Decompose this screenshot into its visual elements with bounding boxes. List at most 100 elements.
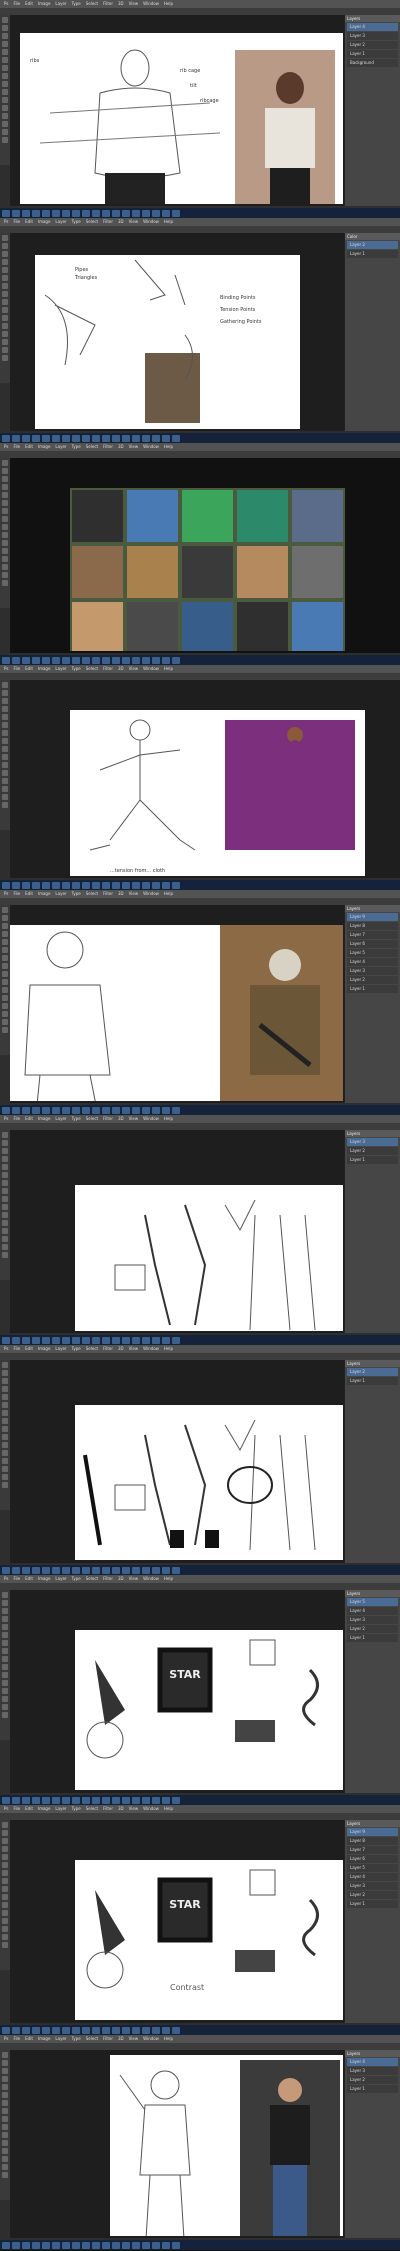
layer-row[interactable]: Layer 9 (347, 1828, 398, 1836)
tool-icon[interactable] (2, 1027, 8, 1033)
menu-item[interactable]: Layer (55, 1806, 66, 1811)
menu-item[interactable]: Image (38, 666, 51, 671)
tool-icon[interactable] (2, 1854, 8, 1860)
menu-item[interactable]: Layer (55, 219, 66, 224)
menu-item[interactable]: 3D (118, 1346, 124, 1351)
taskbar-app-icon[interactable] (112, 209, 120, 217)
menu-item[interactable]: Edit (25, 2036, 33, 2041)
taskbar-app-icon[interactable] (162, 656, 170, 664)
layer-row[interactable]: Layer 6 (347, 940, 398, 948)
tool-icon[interactable] (2, 754, 8, 760)
tool-icon[interactable] (2, 931, 8, 937)
menu-item[interactable]: File (13, 444, 20, 449)
tool-icon[interactable] (2, 907, 8, 913)
taskbar-app-icon[interactable] (142, 1566, 150, 1574)
taskbar-app-icon[interactable] (132, 209, 140, 217)
taskbar-app-icon[interactable] (12, 1796, 20, 1804)
taskbar-app-icon[interactable] (52, 656, 60, 664)
tool-icon[interactable] (2, 698, 8, 704)
taskbar-app-icon[interactable] (122, 881, 130, 889)
tool-icon[interactable] (2, 1870, 8, 1876)
menu-item[interactable]: Help (164, 666, 173, 671)
tool-icon[interactable] (2, 251, 8, 257)
menu-item[interactable]: Edit (25, 1576, 33, 1581)
tool-icon[interactable] (2, 1204, 8, 1210)
menu-item[interactable]: View (129, 666, 139, 671)
taskbar-app-icon[interactable] (132, 881, 140, 889)
canvas-area[interactable] (10, 1130, 345, 1333)
menu-item[interactable]: Edit (25, 219, 33, 224)
taskbar-app-icon[interactable] (132, 656, 140, 664)
taskbar-app-icon[interactable] (122, 2241, 130, 2249)
menu-item[interactable]: 3D (118, 444, 124, 449)
taskbar-app-icon[interactable] (82, 881, 90, 889)
taskbar-app-icon[interactable] (152, 209, 160, 217)
menu-item[interactable]: Type (72, 444, 81, 449)
taskbar-app-icon[interactable] (72, 1796, 80, 1804)
tool-icon[interactable] (2, 17, 8, 23)
menu-item[interactable]: Select (86, 1, 98, 6)
menu-item[interactable]: Layer (55, 666, 66, 671)
taskbar-app-icon[interactable] (152, 2026, 160, 2034)
tool-icon[interactable] (2, 1648, 8, 1654)
taskbar-app-icon[interactable] (92, 2241, 100, 2249)
menu-item[interactable]: Select (86, 1346, 98, 1351)
menu-item[interactable]: Window (143, 1116, 159, 1121)
menu-item[interactable]: Select (86, 219, 98, 224)
tool-icon[interactable] (2, 1172, 8, 1178)
taskbar-app-icon[interactable] (12, 1566, 20, 1574)
taskbar-app-icon[interactable] (132, 2241, 140, 2249)
tool-icon[interactable] (2, 460, 8, 466)
taskbar-app-icon[interactable] (162, 1566, 170, 1574)
taskbar-app-icon[interactable] (92, 656, 100, 664)
tool-icon[interactable] (2, 1838, 8, 1844)
tool-icon[interactable] (2, 947, 8, 953)
tool-icon[interactable] (2, 923, 8, 929)
taskbar-app-icon[interactable] (32, 434, 40, 442)
tool-icon[interactable] (2, 1600, 8, 1606)
tool-icon[interactable] (2, 730, 8, 736)
document-canvas[interactable] (75, 1185, 343, 1331)
taskbar-app-icon[interactable] (52, 881, 60, 889)
document-canvas[interactable] (10, 925, 343, 1101)
taskbar-app-icon[interactable] (2, 1566, 10, 1574)
taskbar-app-icon[interactable] (32, 209, 40, 217)
layer-row[interactable]: Layer 9 (347, 913, 398, 921)
taskbar-app-icon[interactable] (12, 1106, 20, 1114)
taskbar-app-icon[interactable] (42, 1106, 50, 1114)
tool-icon[interactable] (2, 1592, 8, 1598)
menu-item[interactable]: Type (72, 2036, 81, 2041)
taskbar-app-icon[interactable] (142, 1106, 150, 1114)
menu-item[interactable]: Window (143, 1806, 159, 1811)
taskbar-app-icon[interactable] (102, 1796, 110, 1804)
taskbar-app-icon[interactable] (42, 1336, 50, 1344)
tool-icon[interactable] (2, 508, 8, 514)
tool-icon[interactable] (2, 2060, 8, 2066)
taskbar-app-icon[interactable] (172, 1796, 180, 1804)
tool-icon[interactable] (2, 2172, 8, 2178)
menu-item[interactable]: Image (38, 2036, 51, 2041)
taskbar-app-icon[interactable] (42, 2026, 50, 2034)
taskbar-app-icon[interactable] (122, 209, 130, 217)
menu-item[interactable]: Help (164, 1346, 173, 1351)
tool-icon[interactable] (2, 33, 8, 39)
layer-row[interactable]: Layer 3 (347, 1882, 398, 1890)
panel-tab[interactable]: Layers (345, 905, 400, 912)
layer-row[interactable]: Layer 7 (347, 1846, 398, 1854)
taskbar-app-icon[interactable] (12, 2241, 20, 2249)
tool-icon[interactable] (2, 1902, 8, 1908)
taskbar-app-icon[interactable] (82, 1566, 90, 1574)
menu-item[interactable]: Window (143, 666, 159, 671)
menu-item[interactable]: Image (38, 1346, 51, 1351)
taskbar-app-icon[interactable] (42, 881, 50, 889)
menu-item[interactable]: Layer (55, 1576, 66, 1581)
taskbar-app-icon[interactable] (2, 209, 10, 217)
menu-item[interactable]: 3D (118, 891, 124, 896)
tool-icon[interactable] (2, 979, 8, 985)
menu-item[interactable]: Ps (4, 2036, 8, 2041)
layer-row[interactable]: Layer 1 (347, 50, 398, 58)
menu-item[interactable]: Ps (4, 1346, 8, 1351)
layer-row[interactable]: Layer 3 (347, 2067, 398, 2075)
menu-item[interactable]: Edit (25, 891, 33, 896)
tool-icon[interactable] (2, 1640, 8, 1646)
